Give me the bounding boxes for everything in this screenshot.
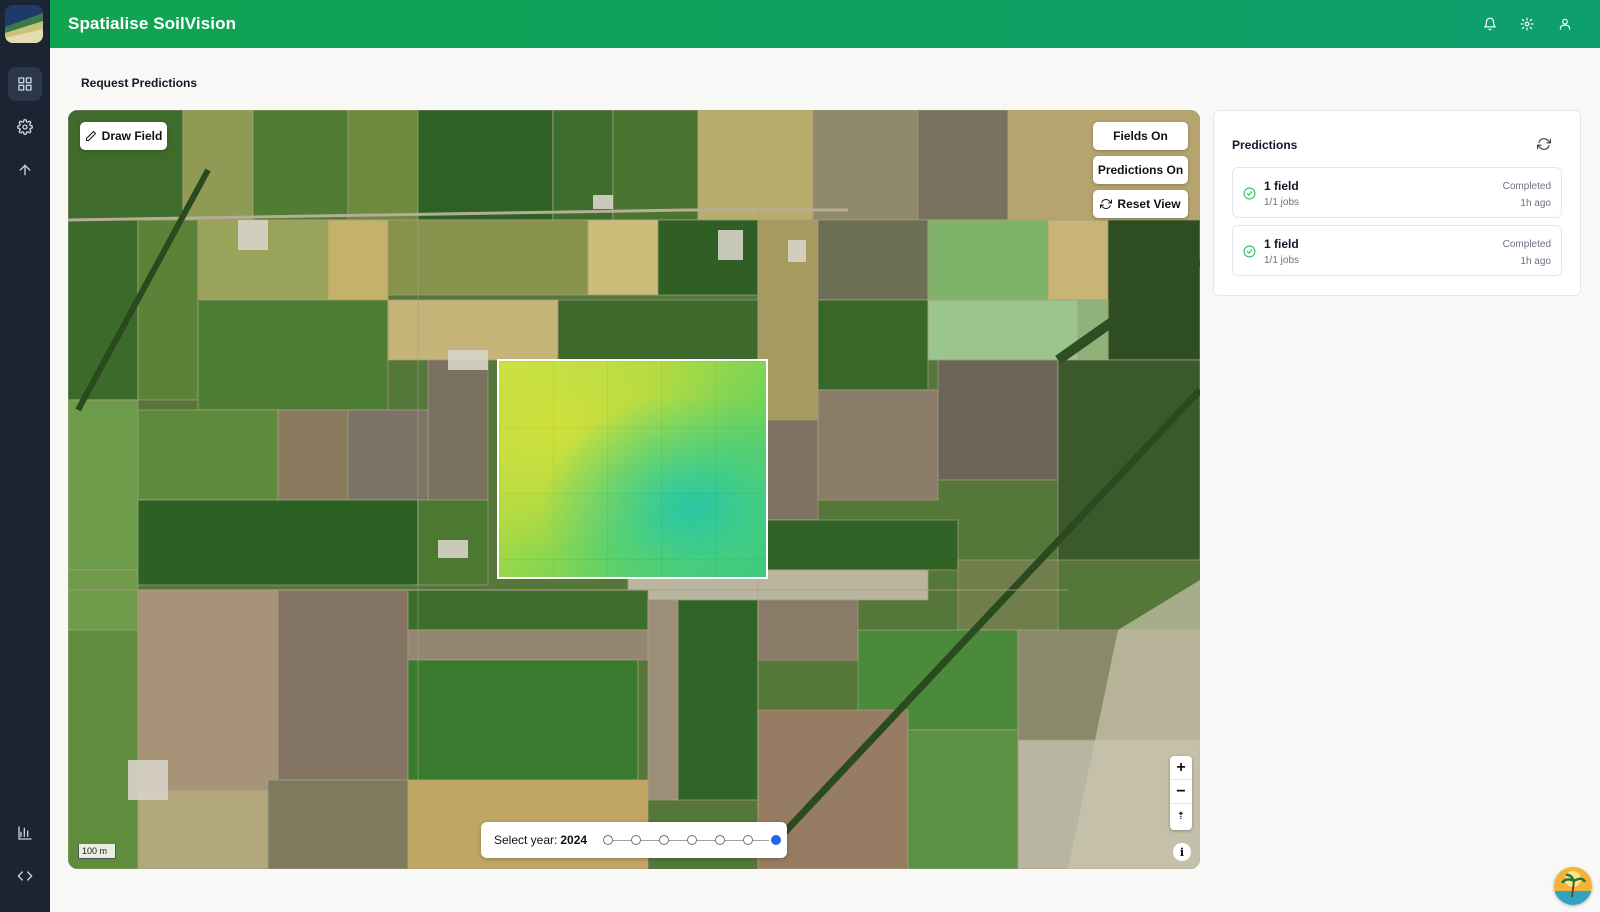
sidebar-item-upload[interactable] [8,153,42,187]
refresh-icon [1537,138,1551,150]
year-step-dot[interactable] [631,835,642,845]
draw-field-button[interactable]: Draw Field [80,122,167,150]
prediction-jobs: 1/1 jobs [1264,255,1300,266]
prediction-jobs: 1/1 jobs [1264,197,1300,208]
year-step-dot[interactable] [687,835,698,845]
dashboard-grid-icon [18,77,32,91]
zoom-controls: + − ⇡ [1170,756,1192,830]
prediction-name: 1 field [1264,237,1299,251]
bell-icon [1484,17,1496,31]
user-icon [1559,18,1571,30]
notifications-button[interactable] [1480,14,1500,34]
app-title: Spatialise SoilVision [68,14,237,33]
prediction-time: 1h ago [1520,256,1551,267]
refresh-predictions-button[interactable] [1537,137,1551,151]
gear-icon [1520,17,1534,31]
header-settings-button[interactable] [1517,14,1537,34]
prediction-time: 1h ago [1520,198,1551,209]
page-title: Request Predictions [81,76,198,90]
predictions-toggle-button[interactable]: Predictions On [1093,156,1188,184]
code-icon [17,871,33,881]
year-selector: Select year: 2024 [481,822,787,858]
reset-view-button[interactable]: Reset View [1093,190,1188,218]
prediction-item[interactable]: 1 field 1/1 jobs Completed 1h ago [1232,225,1562,276]
assistant-avatar-button[interactable] [1554,867,1592,905]
gear-icon [17,119,33,135]
info-icon[interactable]: i [1173,843,1191,861]
prediction-overlay[interactable] [497,359,768,579]
sidebar-item-dashboard[interactable] [8,67,42,101]
year-selector-label: Select year: [494,833,558,847]
predictions-panel: Predictions 1 field 1/1 jobs Completed 1… [1213,110,1581,296]
compass-reset-button[interactable]: ⇡ [1170,804,1192,828]
check-circle-icon [1243,245,1256,258]
map-scale: 100 m [78,844,116,859]
selected-year: 2024 [560,833,588,847]
bar-chart-icon [18,826,32,840]
year-step-dot[interactable] [715,835,726,845]
year-step-dot[interactable] [603,835,614,845]
zoom-in-button[interactable]: + [1170,756,1192,780]
year-step-dot[interactable] [659,835,670,845]
user-menu-button[interactable] [1555,14,1575,34]
top-header: Spatialise SoilVision [50,0,1600,48]
year-step-dot[interactable] [771,835,782,845]
year-slider[interactable] [603,834,782,846]
fields-toggle-button[interactable]: Fields On [1093,122,1188,150]
prediction-status: Completed [1502,239,1551,250]
pencil-icon [85,131,96,141]
prediction-name: 1 field [1264,179,1299,193]
year-step-dot[interactable] [743,835,754,845]
prediction-item[interactable]: 1 field 1/1 jobs Completed 1h ago [1232,167,1562,218]
sidebar-item-analytics[interactable] [8,816,42,850]
predictions-title: Predictions [1232,138,1298,152]
refresh-icon [1100,198,1113,210]
check-circle-icon [1243,187,1256,200]
palm-tree-icon [1554,867,1592,905]
arrow-up-icon [19,164,31,176]
zoom-out-button[interactable]: − [1170,780,1192,804]
prediction-status: Completed [1502,181,1551,192]
satellite-map[interactable]: Draw Field Fields On Predictions On Rese… [68,110,1200,869]
app-logo[interactable] [5,5,43,43]
sidebar-item-settings[interactable] [8,110,42,144]
sidebar-item-developer[interactable] [8,859,42,893]
sidebar [0,0,50,912]
